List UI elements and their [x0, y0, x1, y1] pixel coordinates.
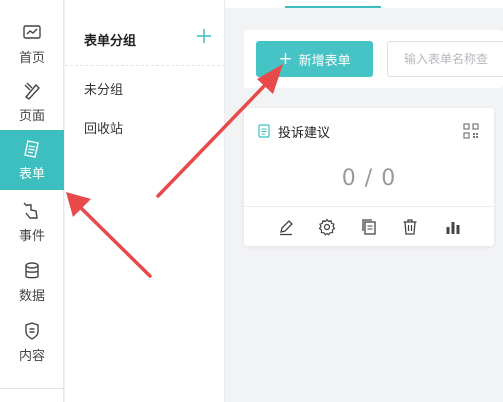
form-icon	[24, 139, 39, 158]
nav-label: 表单	[18, 166, 45, 182]
content-icon	[25, 321, 39, 340]
sidebar-nav: 首页 页面 表单 事件 数据 内容	[0, 0, 64, 402]
settings-icon[interactable]	[318, 218, 336, 236]
nav-label: 事件	[18, 228, 45, 244]
new-form-label: 新增表单	[298, 53, 351, 69]
group-panel-title: 表单分组	[84, 34, 137, 49]
document-icon	[258, 124, 270, 138]
nav-label: 内容	[18, 348, 45, 364]
database-icon	[25, 261, 39, 278]
group-header: 表单分组	[65, 0, 225, 66]
nav-label: 首页	[18, 50, 45, 66]
qrcode-icon[interactable]	[463, 123, 479, 139]
nav-item-data[interactable]: 数据	[0, 252, 64, 312]
form-card-title[interactable]: 投诉建议	[278, 122, 330, 141]
search-input[interactable]: 输入表单名称查	[387, 41, 503, 77]
group-item-recycle-bin[interactable]: 回收站	[84, 118, 123, 137]
divider	[0, 388, 64, 389]
group-item-ungrouped[interactable]: 未分组	[84, 79, 123, 98]
pages-icon	[24, 82, 40, 100]
dashboard-icon	[23, 24, 41, 39]
nav-item-pages[interactable]: 页面	[0, 72, 64, 132]
nav-item-forms[interactable]: 表单	[0, 130, 64, 190]
nav-item-content[interactable]: 内容	[0, 312, 64, 372]
group-panel: 表单分组 未分组 回收站	[65, 0, 225, 402]
nav-item-home[interactable]: 首页	[0, 14, 64, 74]
nav-label: 数据	[18, 288, 45, 304]
delete-icon[interactable]	[401, 218, 419, 236]
copy-icon[interactable]	[360, 218, 378, 236]
add-group-icon[interactable]	[195, 27, 213, 45]
new-form-button[interactable]: + 新增表单	[256, 41, 373, 77]
divider	[244, 206, 494, 207]
edit-icon[interactable]	[277, 218, 295, 236]
nav-item-events[interactable]: 事件	[0, 192, 64, 252]
active-tab-indicator	[285, 6, 381, 8]
nav-label: 页面	[18, 108, 45, 124]
bar-chart-icon[interactable]	[444, 218, 462, 236]
form-submission-count: 0 / 0	[341, 166, 397, 191]
plus-icon: +	[278, 48, 293, 69]
event-icon	[23, 202, 38, 219]
